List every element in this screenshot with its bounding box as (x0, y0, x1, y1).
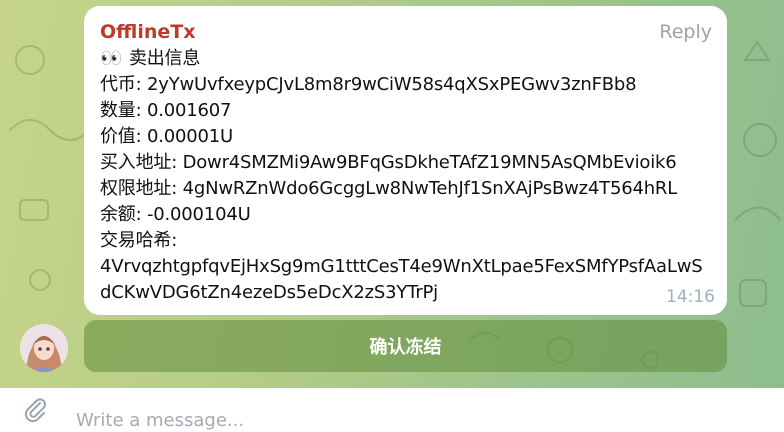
authority-address-line: 权限地址: 4gNwRZnWdo6GcggLw8NwTehJf1SnXAjPsB… (100, 178, 678, 199)
message-bubble: OfflineTx Reply 👀 卖出信息 代币: 2yYwUvfxeypCJ… (84, 6, 727, 315)
paperclip-icon[interactable] (22, 396, 50, 424)
amount-line: 数量: 0.001607 (100, 100, 232, 121)
message-input[interactable] (76, 408, 676, 432)
reply-button[interactable]: Reply (659, 20, 712, 44)
balance-line: 余额: -0.000104U (100, 204, 251, 225)
message-time: 14:16 (666, 287, 715, 307)
message-composer (0, 388, 784, 432)
confirm-freeze-button[interactable]: 确认冻结 (84, 320, 727, 372)
buy-address-line: 买入地址: Dowr4SMZMi9Aw9BFqGsDkheTAfZ19MN5As… (100, 152, 677, 173)
avatar[interactable] (20, 324, 68, 372)
value-line: 价值: 0.00001U (100, 126, 233, 147)
token-line: 代币: 2yYwUvfxeypCJvL8m8r9wCiW58s4qXSxPEGw… (100, 74, 637, 95)
chat-background: OfflineTx Reply 👀 卖出信息 代币: 2yYwUvfxeypCJ… (0, 0, 784, 388)
message-body: 👀 卖出信息 代币: 2yYwUvfxeypCJvL8m8r9wCiW58s4q… (100, 46, 711, 306)
tx-hash-label: 交易哈希: (100, 230, 178, 251)
message-title: 👀 卖出信息 (100, 48, 201, 69)
eyes-icon: 👀 (100, 48, 124, 69)
message-sender[interactable]: OfflineTx (100, 20, 711, 44)
tx-hash-value: 4VrvqzhtgpfqvEjHxSg9mG1tttCesT4e9WnXtLpa… (100, 256, 703, 303)
